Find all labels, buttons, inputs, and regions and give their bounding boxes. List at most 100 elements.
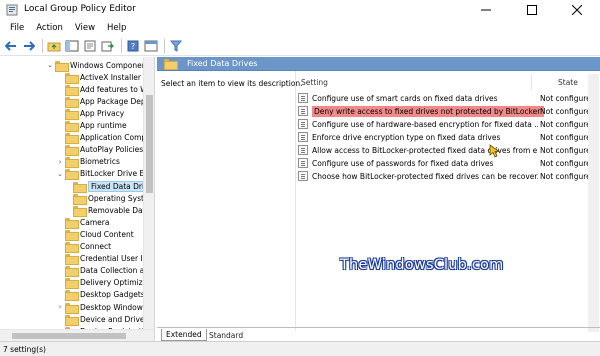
maximize-button[interactable] [509,0,555,20]
tree-item[interactable]: ActiveX Installer Serv [56,71,154,84]
folder-icon [65,302,79,314]
window: Local Group Policy Editor File Action Vi… [0,0,600,356]
setting-row[interactable]: Configure use of passwords for fixed dat… [298,157,598,169]
chevron-right-icon[interactable]: › [56,158,64,166]
tree-item-label: App runtime [80,121,127,130]
menu-help[interactable]: Help [101,23,132,33]
column-header-setting[interactable]: Setting [301,76,328,89]
chevron-right-icon[interactable]: › [56,303,64,311]
svg-text:?: ? [131,42,135,51]
tree-item[interactable]: Desktop Gadgets [56,289,145,302]
status-bar: 7 setting(s) [0,341,600,356]
column-separator[interactable] [531,74,532,90]
tree-item[interactable]: App Privacy [56,107,125,120]
forward-button[interactable] [21,38,37,54]
folder-icon [65,133,79,145]
tab-extended[interactable]: Extended [161,329,207,341]
view-tabs: Extended Standard [157,327,600,341]
setting-row[interactable]: Enforce drive encryption type on fixed d… [298,131,598,143]
folder-icon [65,157,79,169]
title-bar: Local Group Policy Editor [0,0,600,20]
folder-icon [65,169,79,181]
folder-icon [73,181,87,193]
tree-item[interactable]: ⌄ Windows Components [46,59,154,72]
tree-item[interactable]: › Biometrics [56,156,120,169]
policy-setting-icon [298,119,308,129]
tree-item[interactable]: Fixed Data Drives [64,180,154,193]
help-button[interactable]: ? [125,38,141,54]
tree-item[interactable]: Cloud Content [56,228,134,241]
folder-icon [65,278,79,290]
tree-horizontal-scrollbar[interactable] [0,329,154,341]
setting-name: Enforce drive encryption type on fixed d… [312,132,501,142]
tree-item[interactable]: Device and Driver Co [56,313,154,326]
setting-row[interactable]: Choose how BitLocker-protected fixed dri… [298,170,598,182]
setting-row[interactable]: Configure use of smart cards on fixed da… [298,92,598,104]
folder-icon [65,242,79,253]
setting-row[interactable]: Allow access to BitLocker-protected fixe… [298,144,598,156]
show-hide-tree-button[interactable] [64,38,80,54]
tree-item[interactable]: › Desktop Window Ma [56,301,154,314]
tree-item-label: Desktop Gadgets [80,290,145,300]
status-text: 7 setting(s) [3,344,46,354]
minimize-button[interactable] [463,0,509,20]
console-tree: ⌄ Windows Components ActiveX Installer Ser… [0,57,155,341]
filter-button[interactable] [168,38,184,54]
pane-header: Fixed Data Drives [157,57,600,71]
tree-item[interactable]: App Package Deploy [56,95,154,108]
chevron-down-icon[interactable]: ⌄ [46,61,54,69]
tree-item[interactable]: Data Collection and [56,265,154,278]
policy-editor-icon [6,4,18,16]
tree-item[interactable]: Add features to Wind [56,83,154,96]
tree-item-label: Connect [80,242,112,251]
tree-item-label: Cloud Content [80,229,134,239]
tree-hscroll-thumb[interactable] [12,333,126,339]
column-header-state[interactable]: State [558,76,578,89]
toolbar-separator [42,38,43,53]
properties-button[interactable] [82,38,98,54]
menu-file[interactable]: File [4,23,30,33]
tree-item[interactable]: ⌄ BitLocker Drive Encry [56,168,154,181]
tree-vertical-scrollbar[interactable] [143,57,154,329]
menu-view[interactable]: View [69,23,101,33]
setting-row[interactable]: Configure use of hardware-based encrypti… [298,118,598,130]
folder-icon [55,60,69,72]
setting-name: Configure use of passwords for fixed dat… [312,158,494,168]
tree-item[interactable]: Operating System [64,192,154,205]
back-arrow-icon [5,40,16,51]
tree-item[interactable]: Connect [56,241,111,253]
tree-item[interactable]: App runtime [56,120,127,132]
tree-item[interactable]: Credential User Interl [56,253,154,266]
tree-item[interactable]: Removable Data [64,204,150,217]
policy-setting-icon [298,145,308,155]
close-button[interactable] [554,0,600,20]
tree-item-label: App Privacy [80,108,125,118]
settings-vertical-scrollbar[interactable] [588,74,599,332]
tree-item[interactable]: Camera [56,216,109,229]
console-tree-icon [65,40,79,51]
pane-divider[interactable] [295,71,296,331]
tree-item[interactable]: AutoPlay Policies [56,144,143,157]
back-button[interactable] [3,38,19,54]
folder-icon [73,193,87,205]
tree-scroll-thumb[interactable] [146,95,153,193]
tree-item[interactable]: Application Compati [56,132,154,145]
tree-item-label: Windows Components [70,60,154,70]
setting-name: Configure use of smart cards on fixed da… [312,93,498,103]
setting-row[interactable]: Deny write access to fixed drives not pr… [298,105,598,117]
menu-action[interactable]: Action [30,23,69,33]
folder-icon [65,121,79,132]
tree-item[interactable]: Delivery Optimizatio [56,277,154,290]
up-folder-button[interactable] [46,38,62,54]
tab-standard[interactable]: Standard [205,329,247,341]
export-list-button[interactable] [100,38,116,54]
console-button[interactable] [143,38,159,54]
chevron-down-icon[interactable]: ⌄ [56,170,64,178]
policy-setting-icon [298,158,308,168]
menu-bar: File Action View Help [0,20,600,36]
